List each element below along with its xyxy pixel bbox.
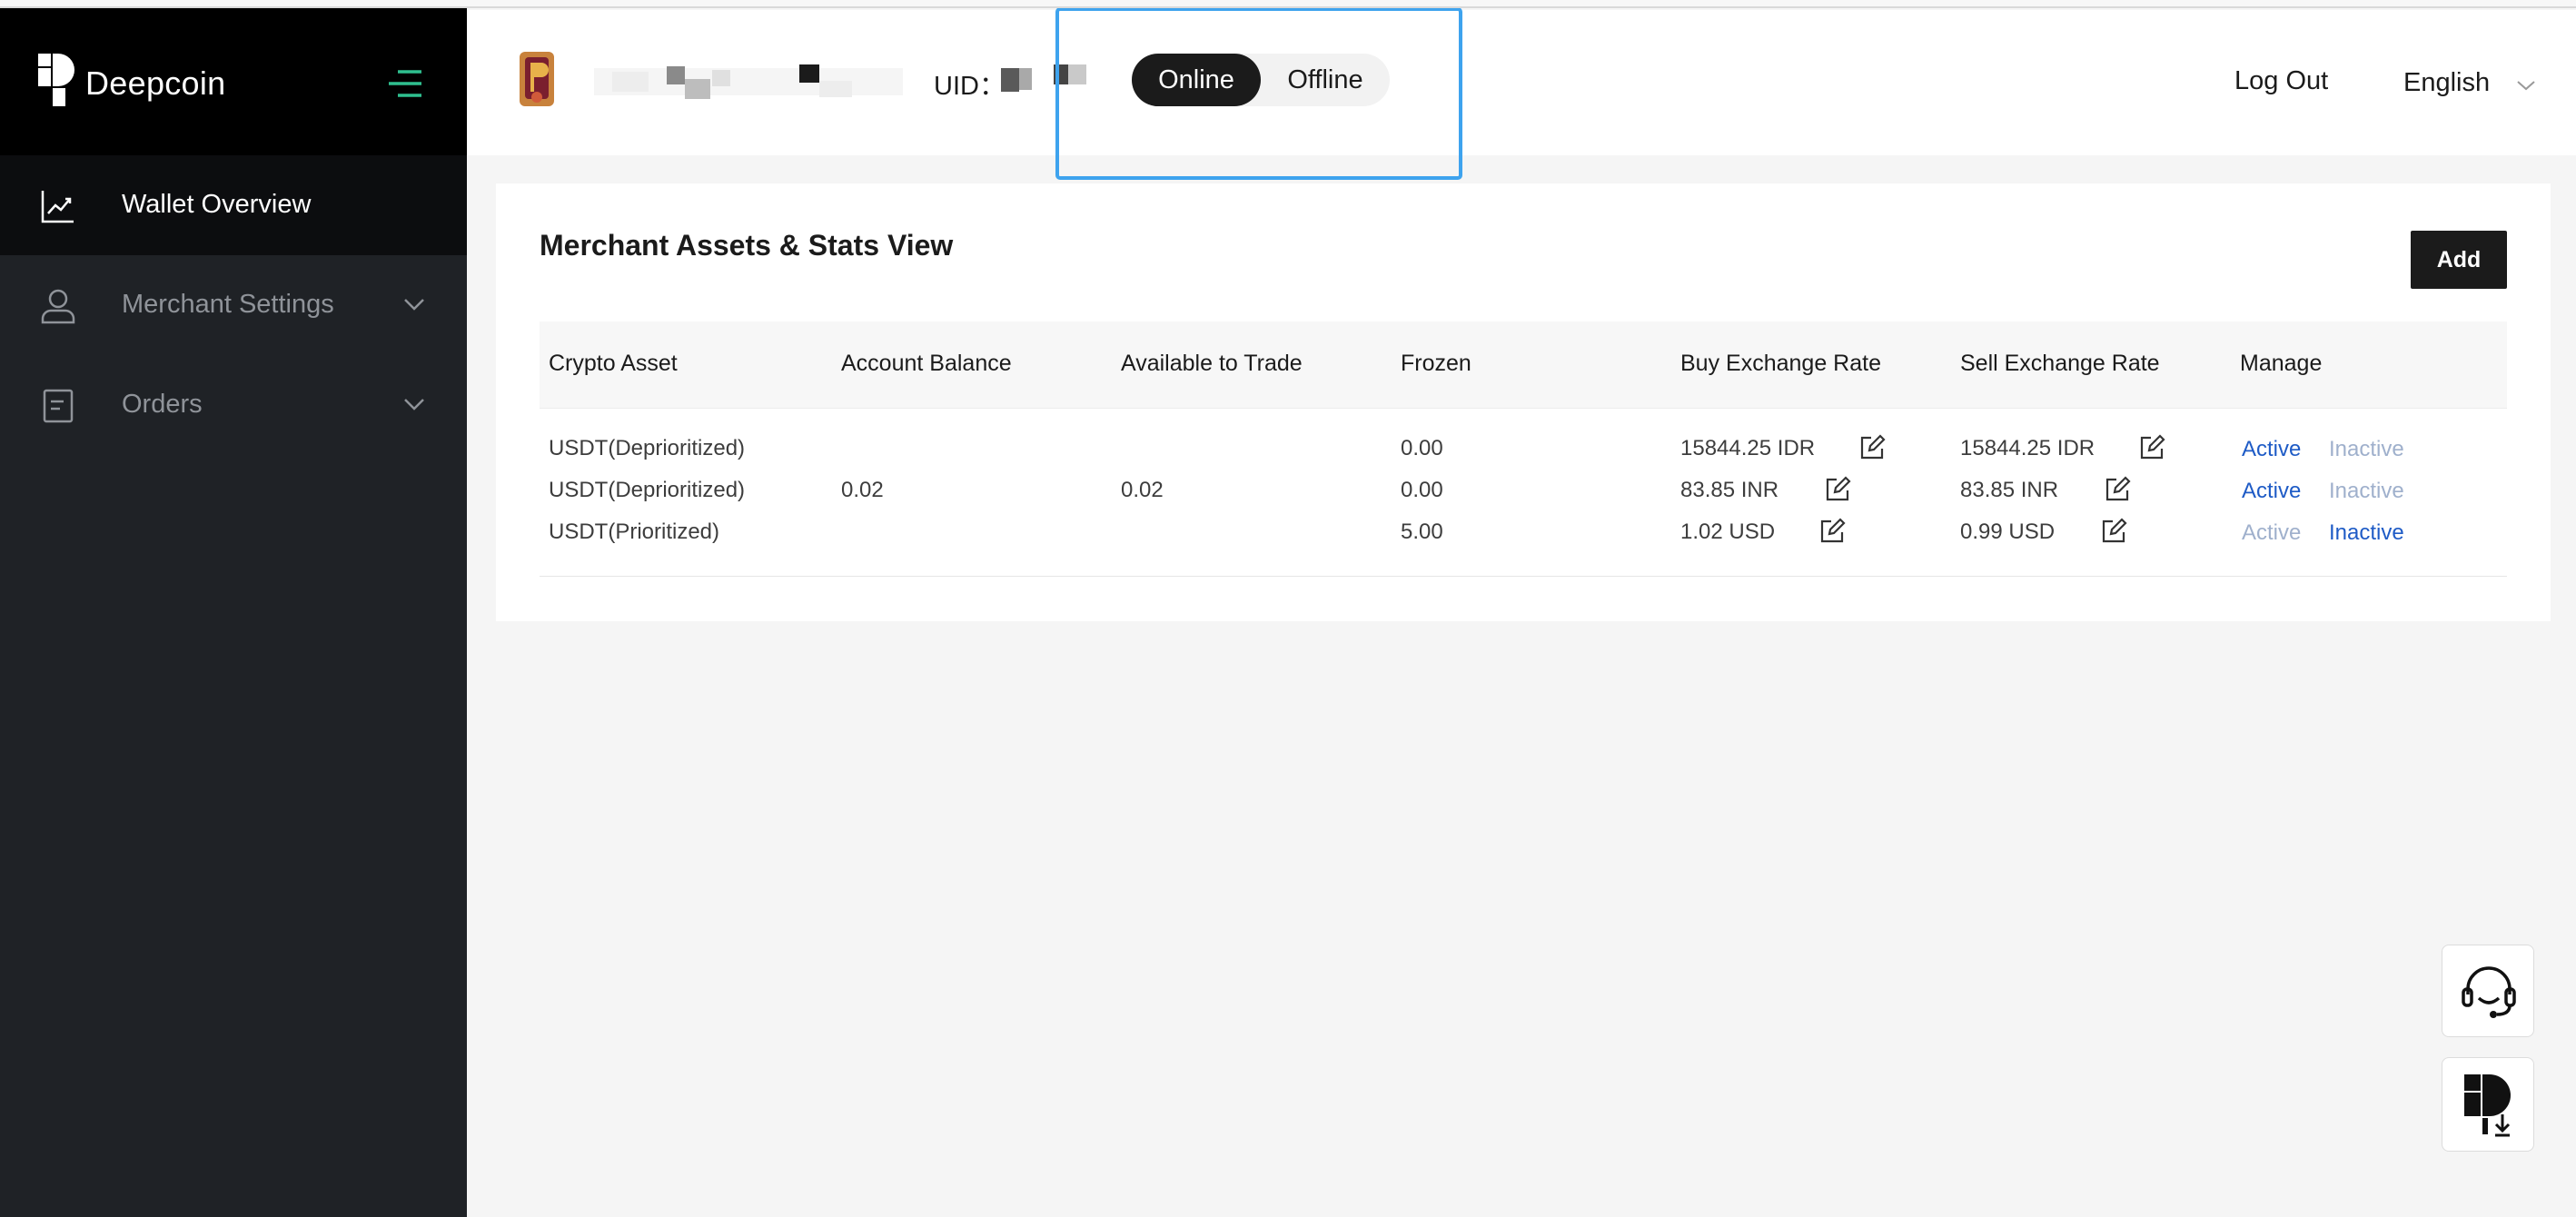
redacted-username (594, 64, 903, 99)
app-download-button[interactable] (2442, 1057, 2534, 1152)
menu-toggle-icon[interactable] (387, 68, 423, 99)
header: UID： Online Offline Log Out English (467, 7, 2576, 180)
chart-line-icon (41, 191, 74, 223)
panel-title: Merchant Assets & Stats View (540, 229, 954, 262)
sidebar: Deepcoin Wallet Overview Merchant Settin… (0, 8, 467, 1217)
inactive-button[interactable]: Inactive (2329, 437, 2404, 462)
merchant-assets-panel: Merchant Assets & Stats View Add Crypto … (496, 183, 2551, 621)
table-header: Crypto Asset Account Balance Available t… (540, 322, 2507, 409)
sell-rate-cell: 0.99 USD (1960, 519, 2056, 544)
top-border (0, 0, 2576, 8)
account-balance-cell: 0.02 (841, 478, 884, 502)
edit-sell-rate-icon[interactable] (2138, 434, 2165, 461)
app-download-icon (2464, 1074, 2511, 1137)
edit-sell-rate-icon[interactable] (2104, 476, 2131, 503)
frozen-cell: 0.00 (1401, 478, 1443, 502)
crypto-asset-cell: USDT(Prioritized) (549, 519, 720, 544)
document-icon (43, 389, 74, 423)
chevron-down-icon (404, 399, 424, 411)
edit-buy-rate-icon[interactable] (1824, 476, 1851, 503)
crypto-asset-cell: USDT(Deprioritized) (549, 478, 746, 502)
active-button[interactable]: Active (2242, 520, 2301, 546)
sidebar-item-merchant-settings[interactable]: Merchant Settings (0, 255, 467, 355)
sell-rate-cell: 83.85 INR (1960, 478, 2059, 502)
sidebar-item-label: Merchant Settings (122, 290, 334, 319)
online-status-toggle[interactable]: Online Offline (1132, 54, 1390, 106)
column-header-manage: Manage (2240, 351, 2323, 376)
table-row: USDT(Deprioritized) 0.02 0.02 0.00 83.85… (540, 470, 2507, 512)
headset-icon (2462, 966, 2516, 1018)
avatar[interactable] (516, 50, 558, 110)
uid-label: UID： (934, 72, 1006, 101)
column-header-account-balance: Account Balance (841, 351, 1012, 376)
user-icon (41, 289, 75, 324)
edit-buy-rate-icon[interactable] (1858, 434, 1886, 461)
deepcoin-logo-icon (38, 54, 74, 106)
customer-support-button[interactable] (2442, 945, 2534, 1037)
column-header-frozen: Frozen (1401, 351, 1471, 376)
language-selector[interactable]: English (2403, 68, 2490, 98)
column-header-sell-rate: Sell Exchange Rate (1960, 351, 2160, 376)
table-bottom-divider (540, 576, 2507, 577)
sidebar-item-label: Wallet Overview (122, 190, 312, 219)
frozen-cell: 0.00 (1401, 436, 1443, 460)
buy-rate-cell: 15844.25 IDR (1680, 436, 1816, 460)
table-row: USDT(Deprioritized) 0.00 15844.25 IDR 15… (540, 429, 2507, 470)
sell-rate-cell: 15844.25 IDR (1960, 436, 2095, 460)
table-row: USDT(Prioritized) 5.00 1.02 USD 0.99 USD… (540, 512, 2507, 554)
crypto-asset-cell: USDT(Deprioritized) (549, 436, 746, 460)
buy-rate-cell: 83.85 INR (1680, 478, 1779, 502)
add-button[interactable]: Add (2411, 231, 2507, 289)
column-header-crypto-asset: Crypto Asset (549, 351, 678, 376)
brand-name: Deepcoin (85, 64, 226, 102)
sidebar-item-wallet-overview[interactable]: Wallet Overview (0, 155, 467, 255)
edit-sell-rate-icon[interactable] (2100, 518, 2127, 545)
column-header-buy-rate: Buy Exchange Rate (1680, 351, 1881, 376)
logout-link[interactable]: Log Out (2234, 66, 2328, 96)
brand-bar: Deepcoin (0, 8, 467, 155)
edit-buy-rate-icon[interactable] (1818, 518, 1846, 545)
active-button[interactable]: Active (2242, 479, 2301, 504)
available-cell: 0.02 (1121, 478, 1164, 502)
inactive-button[interactable]: Inactive (2329, 520, 2404, 546)
online-option[interactable]: Online (1132, 54, 1261, 106)
inactive-button[interactable]: Inactive (2329, 479, 2404, 504)
active-button[interactable]: Active (2242, 437, 2301, 462)
frozen-cell: 5.00 (1401, 519, 1443, 544)
chevron-down-icon (404, 299, 424, 311)
offline-option[interactable]: Offline (1261, 54, 1390, 106)
sidebar-item-orders[interactable]: Orders (0, 355, 467, 455)
buy-rate-cell: 1.02 USD (1680, 519, 1776, 544)
chevron-down-icon[interactable] (2516, 79, 2536, 92)
column-header-available-to-trade: Available to Trade (1121, 351, 1303, 376)
sidebar-item-label: Orders (122, 390, 203, 419)
